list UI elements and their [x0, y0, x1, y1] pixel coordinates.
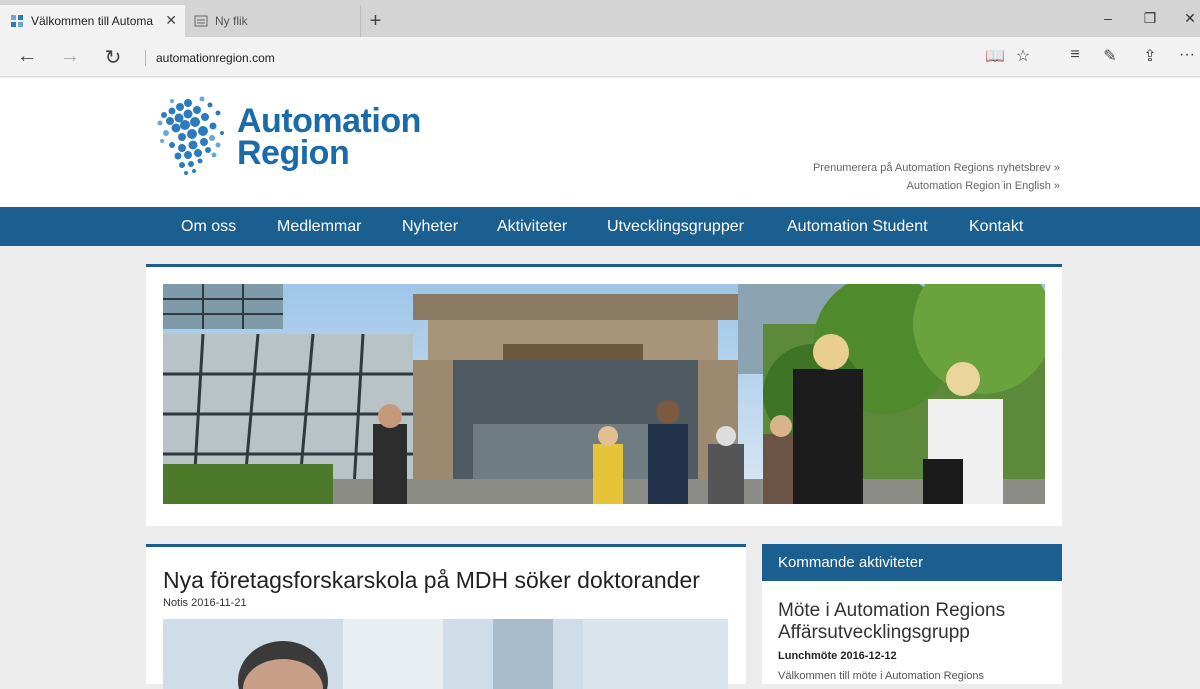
site-favicon-icon [11, 15, 23, 27]
news-title[interactable]: Nya företagsforskarskola på MDH söker do… [163, 567, 700, 594]
address-bar: ← → ↻ automationregion.com 📖 ☆ ≡ ✎ ⇪ ··· [0, 37, 1200, 77]
logo-line-1: Automation [237, 102, 421, 140]
news-meta: Notis 2016-11-21 [163, 597, 247, 609]
english-link[interactable]: Automation Region in English » [813, 177, 1060, 195]
news-image[interactable] [163, 619, 728, 689]
tab-inactive[interactable]: Ny flik [186, 5, 360, 37]
web-note-icon[interactable]: ✎ [1097, 46, 1123, 66]
hub-icon[interactable]: ≡ [1062, 46, 1088, 64]
nav-item-kontakt[interactable]: Kontakt [969, 218, 1023, 236]
reading-view-icon[interactable]: 📖 [982, 46, 1008, 66]
activity-meta: Lunchmöte 2016-12-12 [778, 650, 897, 662]
logo-text: Automation Region [237, 102, 421, 172]
back-button[interactable]: ← [12, 45, 42, 68]
new-tab-page-icon [194, 15, 208, 27]
newsletter-link[interactable]: Prenumerera på Automation Regions nyhets… [813, 159, 1060, 177]
new-tab-button[interactable]: + [360, 5, 390, 37]
tab-close-icon[interactable]: ✕ [165, 12, 177, 29]
site-header: Automation Region Prenumerera på Automat… [0, 78, 1200, 207]
upcoming-heading: Kommande aktiviteter [762, 544, 1062, 581]
nav-item-automation-student[interactable]: Automation Student [787, 218, 928, 236]
nav-item-aktiviteter[interactable]: Aktiviteter [497, 218, 567, 236]
site-logo[interactable]: Automation Region [152, 93, 422, 185]
logo-mark-icon [157, 96, 224, 175]
minimize-button[interactable]: – [1088, 10, 1128, 26]
activity-title[interactable]: Möte i Automation Regions Affärsutveckli… [778, 600, 1048, 644]
nav-item-om-oss[interactable]: Om oss [181, 218, 236, 236]
header-links: Prenumerera på Automation Regions nyhets… [813, 159, 1060, 195]
restore-button[interactable]: ❐ [1130, 10, 1170, 27]
favorite-star-icon[interactable]: ☆ [1010, 46, 1036, 66]
logo-line-2: Region [237, 134, 350, 172]
tab-title: Ny flik [215, 14, 248, 28]
close-window-button[interactable]: ✕ [1170, 10, 1200, 27]
share-icon[interactable]: ⇪ [1137, 46, 1163, 66]
hero-image [163, 284, 1045, 504]
nav-item-nyheter[interactable]: Nyheter [402, 218, 458, 236]
tab-title: Välkommen till Automa [31, 14, 154, 28]
nav-item-utvecklingsgrupper[interactable]: Utvecklingsgrupper [607, 218, 744, 236]
refresh-button[interactable]: ↻ [98, 45, 128, 70]
tab-active[interactable]: Välkommen till Automa ✕ [0, 5, 185, 37]
browser-tab-bar: Välkommen till Automa ✕ Ny flik + – ❐ ✕ [0, 0, 1200, 37]
url-field[interactable]: automationregion.com [145, 50, 275, 66]
activity-text: Välkommen till möte i Automation Regions [778, 670, 985, 682]
more-icon[interactable]: ··· [1174, 46, 1200, 64]
hero-card [146, 264, 1062, 526]
forward-button[interactable]: → [55, 45, 85, 68]
nav-item-medlemmar[interactable]: Medlemmar [277, 218, 361, 236]
news-card: Nya företagsforskarskola på MDH söker do… [146, 544, 746, 689]
web-page: Automation Region Prenumerera på Automat… [0, 78, 1200, 689]
main-navigation: Om oss Medlemmar Nyheter Aktiviteter Utv… [0, 207, 1200, 246]
upcoming-activities-card: Kommande aktiviteter Möte i Automation R… [762, 544, 1062, 684]
